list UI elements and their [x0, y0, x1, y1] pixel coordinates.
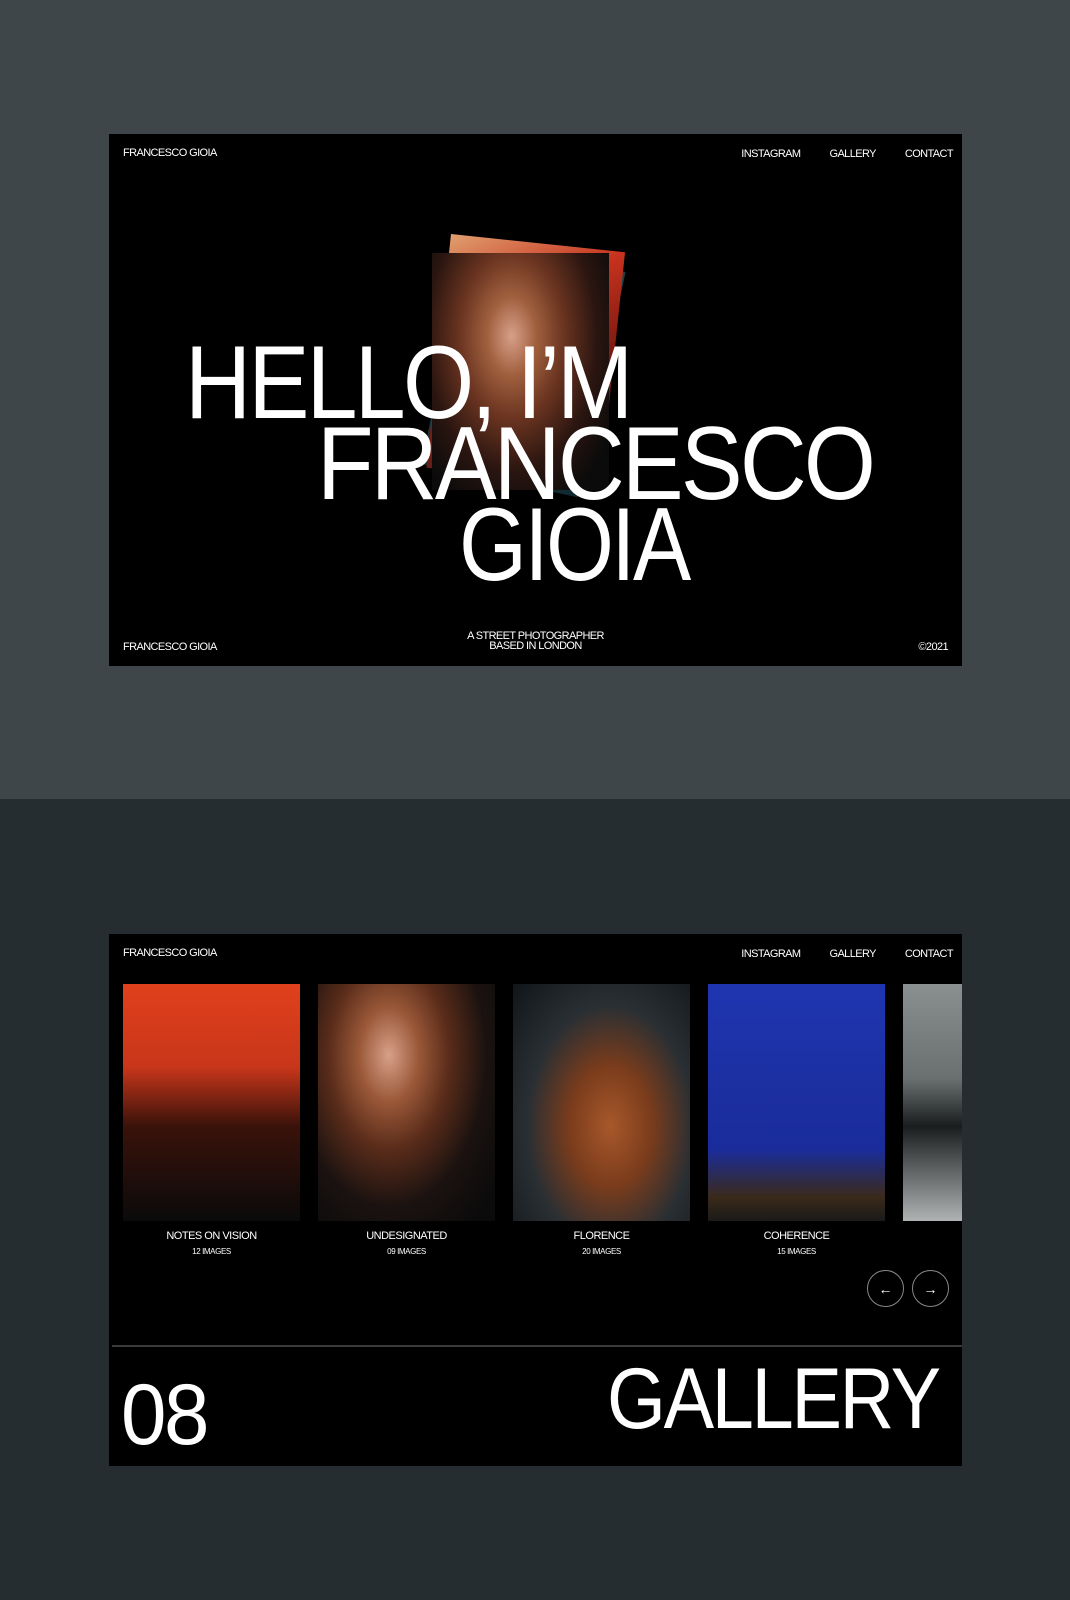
nav-instagram[interactable]: INSTAGRAM	[741, 148, 801, 160]
gallery-caption: UNDESIGNATED 09 IMAGES	[318, 1230, 495, 1256]
gallery-count: 12 IMAGES	[192, 1247, 231, 1256]
section-number: 08	[121, 1367, 209, 1463]
gallery-thumb-partial[interactable]	[903, 984, 962, 1221]
next-button[interactable]: →	[912, 1270, 949, 1307]
gallery-caption: WE	[903, 1230, 962, 1247]
gallery-caption: NOTES ON VISION 12 IMAGES	[123, 1230, 300, 1256]
gallery-count: 15 IMAGES	[777, 1247, 816, 1256]
top-nav: INSTAGRAM GALLERY CONTACT	[741, 948, 953, 960]
divider	[112, 1345, 962, 1347]
tagline-line-2: BASED IN LONDON	[489, 640, 582, 652]
gallery-count: 20 IMAGES	[582, 1247, 621, 1256]
hero-line-3: GIOIA	[459, 487, 691, 603]
brand-logo[interactable]: FRANCESCO GIOIA	[123, 948, 217, 959]
gallery-caption: FLORENCE 20 IMAGES	[513, 1230, 690, 1256]
nav-gallery[interactable]: GALLERY	[829, 948, 876, 960]
gallery-thumb-undesignated[interactable]	[318, 984, 495, 1221]
gallery-count: 09 IMAGES	[387, 1247, 426, 1256]
arrow-left-icon: ←	[878, 1280, 893, 1297]
nav-contact[interactable]: CONTACT	[905, 948, 954, 960]
gallery-title[interactable]: WE	[903, 1230, 962, 1242]
copyright: ©2021	[918, 641, 948, 653]
gallery-screen: FRANCESCO GIOIA INSTAGRAM GALLERY CONTAC…	[109, 934, 962, 1466]
arrow-right-icon: →	[923, 1280, 938, 1297]
gallery-title[interactable]: FLORENCE	[513, 1230, 690, 1242]
gallery-thumb-florence[interactable]	[513, 984, 690, 1221]
prev-button[interactable]: ←	[867, 1270, 904, 1307]
gallery-caption: COHERENCE 15 IMAGES	[708, 1230, 885, 1256]
gallery-thumb-coherence[interactable]	[708, 984, 885, 1221]
nav-contact[interactable]: CONTACT	[905, 148, 954, 160]
nav-instagram[interactable]: INSTAGRAM	[741, 948, 801, 960]
nav-gallery[interactable]: GALLERY	[829, 148, 876, 160]
hero-screen: FRANCESCO GIOIA INSTAGRAM GALLERY CONTAC…	[109, 134, 962, 666]
gallery-title[interactable]: UNDESIGNATED	[318, 1230, 495, 1242]
top-nav: INSTAGRAM GALLERY CONTACT	[741, 148, 953, 160]
tagline: A STREET PHOTOGRAPHER BASED IN LONDON	[109, 631, 962, 652]
section-heading: GALLERY	[607, 1351, 941, 1447]
brand-logo[interactable]: FRANCESCO GIOIA	[123, 148, 217, 159]
gallery-title[interactable]: COHERENCE	[708, 1230, 885, 1242]
gallery-title[interactable]: NOTES ON VISION	[123, 1230, 300, 1242]
gallery-thumb-notes-on-vision[interactable]	[123, 984, 300, 1221]
